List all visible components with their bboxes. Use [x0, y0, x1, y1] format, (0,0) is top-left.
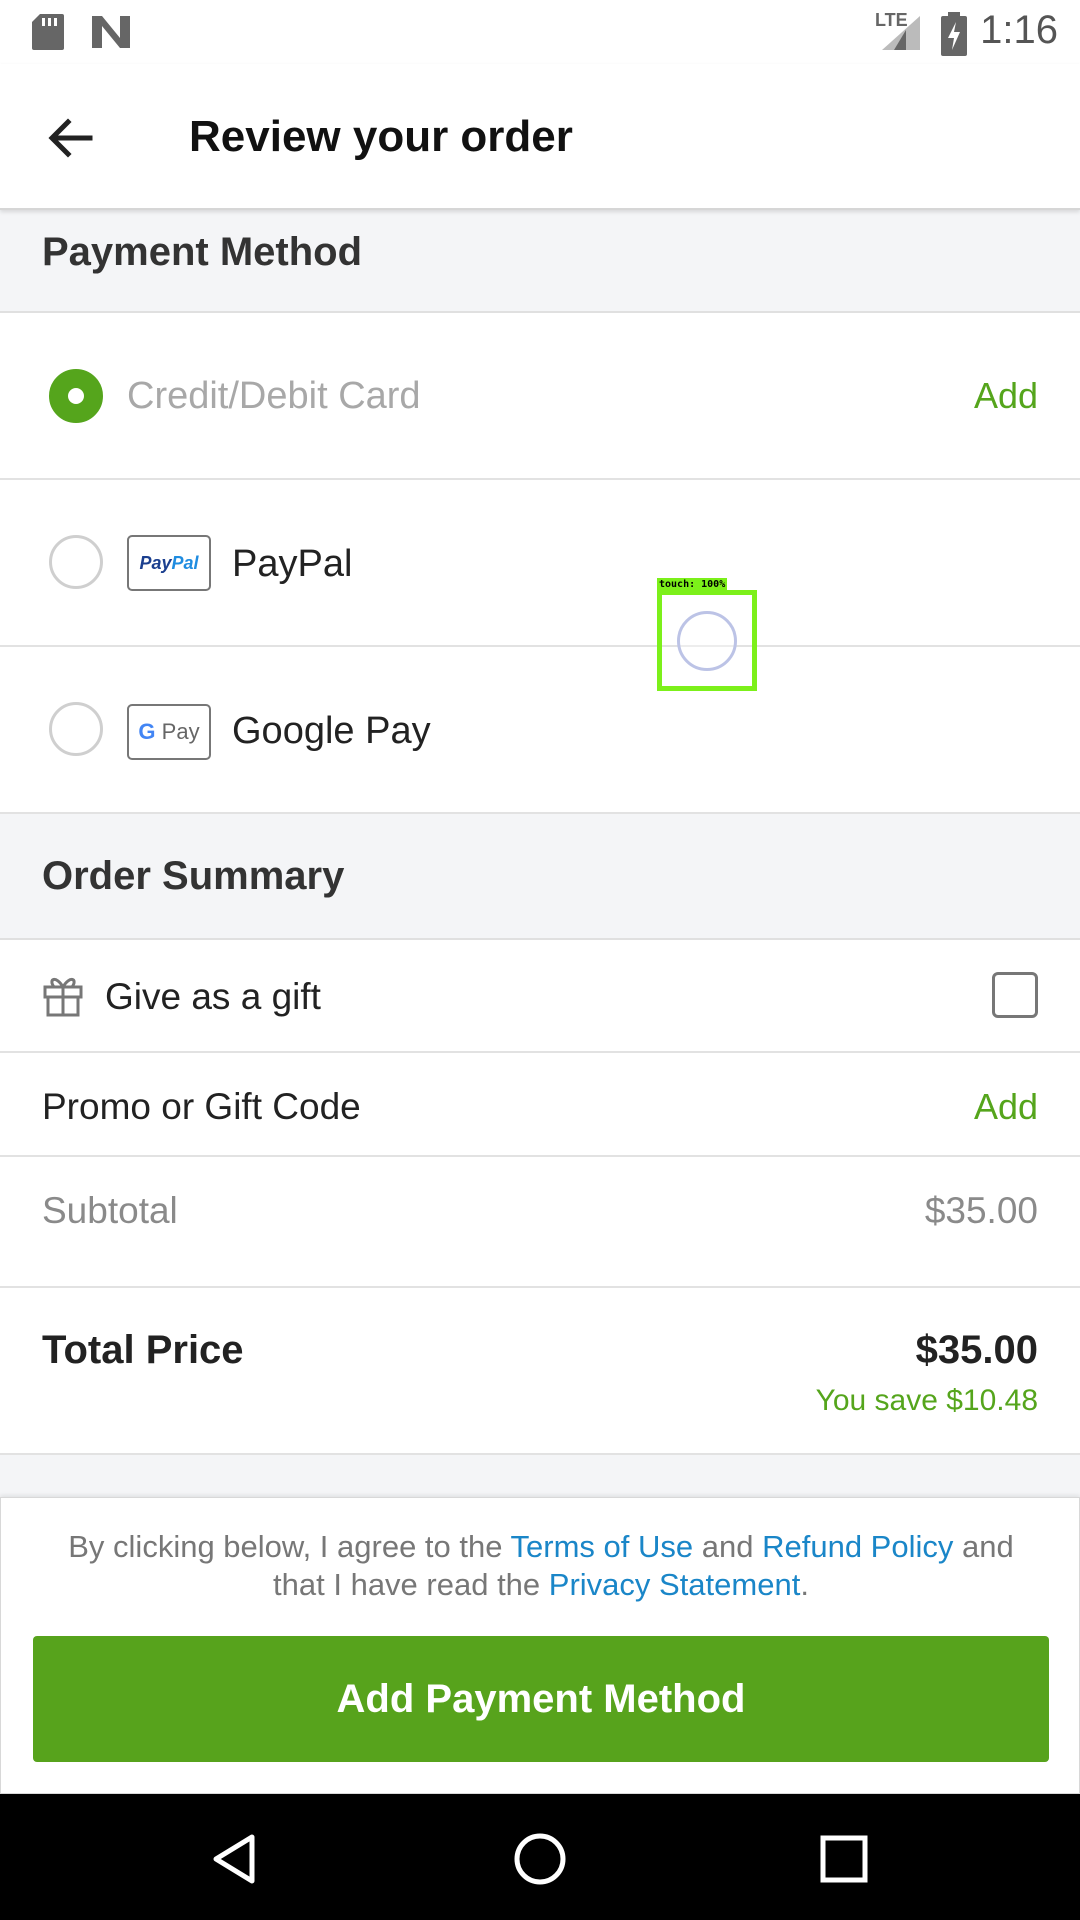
gift-icon: [43, 978, 83, 1017]
status-bar: LTE 1:16: [0, 0, 1080, 64]
n-logo-icon: [92, 16, 130, 48]
card-label: Credit/Debit Card: [127, 375, 421, 417]
payment-method-header: Payment Method: [0, 210, 1080, 313]
google-pay-logo-icon: G Pay: [127, 704, 211, 760]
app-bar: Review your order: [0, 64, 1080, 210]
nav-recents-icon[interactable]: [814, 1829, 874, 1889]
privacy-statement-link[interactable]: Privacy Statement: [549, 1567, 801, 1602]
terms-link[interactable]: Terms of Use: [511, 1529, 694, 1564]
refund-policy-link[interactable]: Refund Policy: [762, 1529, 953, 1564]
subtotal-value: $35.00: [924, 1190, 1038, 1231]
gift-checkbox[interactable]: [992, 972, 1038, 1018]
checkout-footer: By clicking below, I agree to the Terms …: [0, 1497, 1080, 1794]
total-row: Total Price $35.00 You save $10.48: [0, 1288, 1080, 1455]
nav-home-icon[interactable]: [510, 1829, 570, 1889]
payment-option-google-pay[interactable]: G Pay Google Pay: [0, 647, 1080, 814]
subtotal-row: Subtotal $35.00: [0, 1157, 1080, 1288]
battery-charging-icon: [941, 12, 967, 56]
page-title: Review your order: [189, 112, 573, 161]
order-summary-header: Order Summary: [0, 814, 1080, 940]
payment-option-paypal[interactable]: PayPal PayPal: [0, 480, 1080, 647]
payment-option-card[interactable]: Credit/Debit Card Add: [0, 313, 1080, 480]
payment-method-title: Payment Method: [42, 230, 363, 274]
add-payment-method-button[interactable]: Add Payment Method: [33, 1636, 1049, 1762]
promo-row[interactable]: Promo or Gift Code Add: [0, 1053, 1080, 1157]
gift-label: Give as a gift: [105, 976, 321, 1017]
promo-label: Promo or Gift Code: [42, 1086, 361, 1127]
system-nav-bar: [0, 1794, 1080, 1920]
sd-card-icon: [32, 14, 64, 50]
legal-period: .: [800, 1567, 809, 1602]
paypal-radio[interactable]: [49, 535, 103, 589]
nav-back-icon[interactable]: [206, 1829, 266, 1889]
total-value: $35.00: [915, 1328, 1038, 1372]
card-radio[interactable]: [49, 369, 103, 423]
subtotal-label: Subtotal: [42, 1190, 178, 1231]
back-arrow-icon[interactable]: [40, 108, 100, 168]
google-pay-label: Google Pay: [232, 710, 431, 752]
order-summary-title: Order Summary: [42, 854, 345, 898]
gift-row[interactable]: Give as a gift: [0, 940, 1080, 1053]
legal-and-1: and: [693, 1529, 763, 1564]
legal-text: By clicking below, I agree to the Terms …: [41, 1528, 1041, 1604]
touch-point-icon: [677, 611, 737, 671]
spacer: [0, 1455, 1080, 1497]
clock: 1:16: [980, 8, 1058, 52]
add-card-link[interactable]: Add: [974, 375, 1038, 417]
savings-text: You save $10.48: [815, 1384, 1038, 1417]
legal-prefix: By clicking below, I agree to the: [68, 1529, 511, 1564]
paypal-logo-icon: PayPal: [127, 535, 211, 591]
paypal-label: PayPal: [232, 543, 353, 585]
total-label: Total Price: [42, 1328, 244, 1372]
lte-signal-icon: [882, 16, 920, 50]
add-promo-link[interactable]: Add: [974, 1086, 1038, 1128]
google-pay-radio[interactable]: [49, 702, 103, 756]
